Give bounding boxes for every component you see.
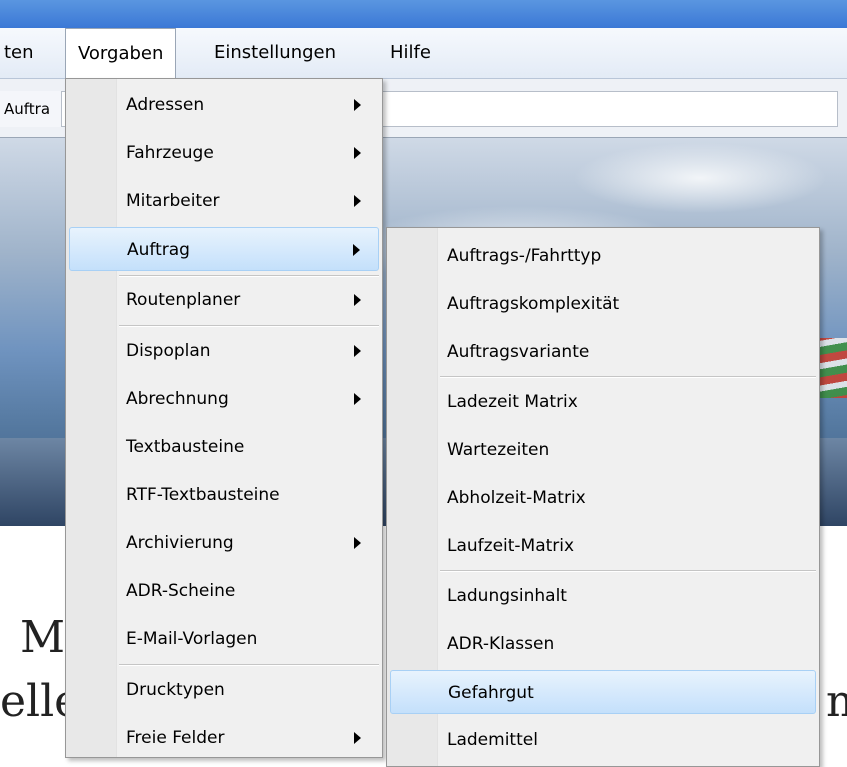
menu-daten[interactable]: ten — [4, 28, 34, 78]
menu-item-laufzeit-matrix[interactable]: Laufzeit-Matrix — [390, 524, 816, 568]
window-title-bar — [0, 0, 847, 28]
menu-item-label: Wartezeiten — [447, 440, 550, 460]
menu-item-lademittel[interactable]: Lademittel — [390, 718, 816, 762]
menu-item-adr-klassen[interactable]: ADR-Klassen — [390, 622, 816, 666]
menu-item-label: Ladungsinhalt — [447, 586, 567, 606]
menu-item-auftrags-fahrttyp[interactable]: Auftrags-/Fahrttyp — [390, 234, 816, 278]
menu-vorgaben[interactable]: Vorgaben — [65, 28, 177, 79]
menu-bar: ten Vorgaben Einstellungen Hilfe — [0, 28, 847, 79]
submenu-arrow-icon — [354, 99, 361, 111]
menu-item-auftragsvariante[interactable]: Auftragsvariante — [390, 330, 816, 374]
submenu-arrow-icon — [354, 393, 361, 405]
menu-item-archivierung[interactable]: Archivierung — [69, 521, 379, 565]
menu-item-label: Abholzeit-Matrix — [447, 488, 586, 508]
menu-item-label: Routenplaner — [126, 290, 241, 310]
menu-item-routenplaner[interactable]: Routenplaner — [69, 278, 379, 322]
menu-item-fahrzeuge[interactable]: Fahrzeuge — [69, 131, 379, 175]
menu-item-label: Ladezeit Matrix — [447, 392, 578, 412]
menu-item-label: Fahrzeuge — [126, 143, 214, 163]
menu-item-freie-felder[interactable]: Freie Felder — [69, 716, 379, 760]
submenu-arrow-icon — [354, 195, 361, 207]
menu-item-adr-scheine[interactable]: ADR-Scheine — [69, 569, 379, 613]
menu-item-wartezeiten[interactable]: Wartezeiten — [390, 428, 816, 472]
menu-item-auftrag[interactable]: Auftrag — [69, 227, 379, 271]
menu-item-label: Lademittel — [447, 730, 538, 750]
menu-item-label: Textbausteine — [126, 437, 245, 457]
menu-item-dispoplan[interactable]: Dispoplan — [69, 329, 379, 373]
menu-item-label: Drucktypen — [126, 680, 225, 700]
menu-separator — [119, 664, 379, 666]
menu-separator — [440, 376, 816, 378]
submenu-arrow-icon — [353, 244, 360, 256]
menu-item-email-vorlagen[interactable]: E-Mail-Vorlagen — [69, 617, 379, 661]
menu-item-label: RTF-Textbausteine — [126, 485, 280, 505]
background-text-m: M — [20, 612, 66, 663]
menu-item-label: Freie Felder — [126, 728, 225, 748]
submenu-arrow-icon — [354, 294, 361, 306]
menu-item-label: Auftragsvariante — [447, 342, 590, 362]
menu-hilfe[interactable]: Hilfe — [390, 28, 431, 78]
background-text-m2: m — [826, 676, 847, 727]
submenu-arrow-icon — [354, 147, 361, 159]
menu-item-auftragskomplexitaet[interactable]: Auftragskomplexität — [390, 282, 816, 326]
menu-item-abrechnung[interactable]: Abrechnung — [69, 377, 379, 421]
menu-item-adressen[interactable]: Adressen — [69, 83, 379, 127]
menu-item-ladezeit-matrix[interactable]: Ladezeit Matrix — [390, 380, 816, 424]
menu-item-label: Abrechnung — [126, 389, 229, 409]
menu-einstellungen[interactable]: Einstellungen — [214, 28, 336, 78]
menu-item-label: Mitarbeiter — [126, 191, 220, 211]
menu-separator — [119, 325, 379, 327]
auftrag-submenu: Auftrags-/Fahrttyp Auftragskomplexität A… — [386, 227, 820, 767]
menu-item-label: Gefahrgut — [448, 683, 534, 703]
menu-item-label: Auftrags-/Fahrttyp — [447, 246, 602, 266]
menu-item-label: ADR-Klassen — [447, 634, 555, 654]
submenu-arrow-icon — [354, 732, 361, 744]
menu-item-ladungsinhalt[interactable]: Ladungsinhalt — [390, 574, 816, 618]
toolbar-tab-auftrag[interactable]: Auftra — [0, 91, 62, 127]
menu-item-textbausteine[interactable]: Textbausteine — [69, 425, 379, 469]
menu-item-abholzeit-matrix[interactable]: Abholzeit-Matrix — [390, 476, 816, 520]
menu-separator — [119, 275, 379, 277]
menu-item-label: ADR-Scheine — [126, 581, 236, 601]
menu-item-drucktypen[interactable]: Drucktypen — [69, 668, 379, 712]
submenu-arrow-icon — [354, 345, 361, 357]
menu-separator — [440, 570, 816, 572]
menu-item-label: Laufzeit-Matrix — [447, 536, 575, 556]
menu-item-label: Auftrag — [127, 240, 190, 260]
menu-item-label: Dispoplan — [126, 341, 211, 361]
menu-item-label: Auftragskomplexität — [447, 294, 620, 314]
menu-item-label: E-Mail-Vorlagen — [126, 629, 258, 649]
submenu-arrow-icon — [354, 537, 361, 549]
menu-item-label: Archivierung — [126, 533, 234, 553]
vorgaben-dropdown-menu: Adressen Fahrzeuge Mitarbeiter Auftrag R… — [65, 78, 383, 758]
menu-item-mitarbeiter[interactable]: Mitarbeiter — [69, 179, 379, 223]
menu-item-rtf-textbausteine[interactable]: RTF-Textbausteine — [69, 473, 379, 517]
menu-item-gefahrgut[interactable]: Gefahrgut — [390, 670, 816, 714]
menu-item-label: Adressen — [126, 95, 205, 115]
